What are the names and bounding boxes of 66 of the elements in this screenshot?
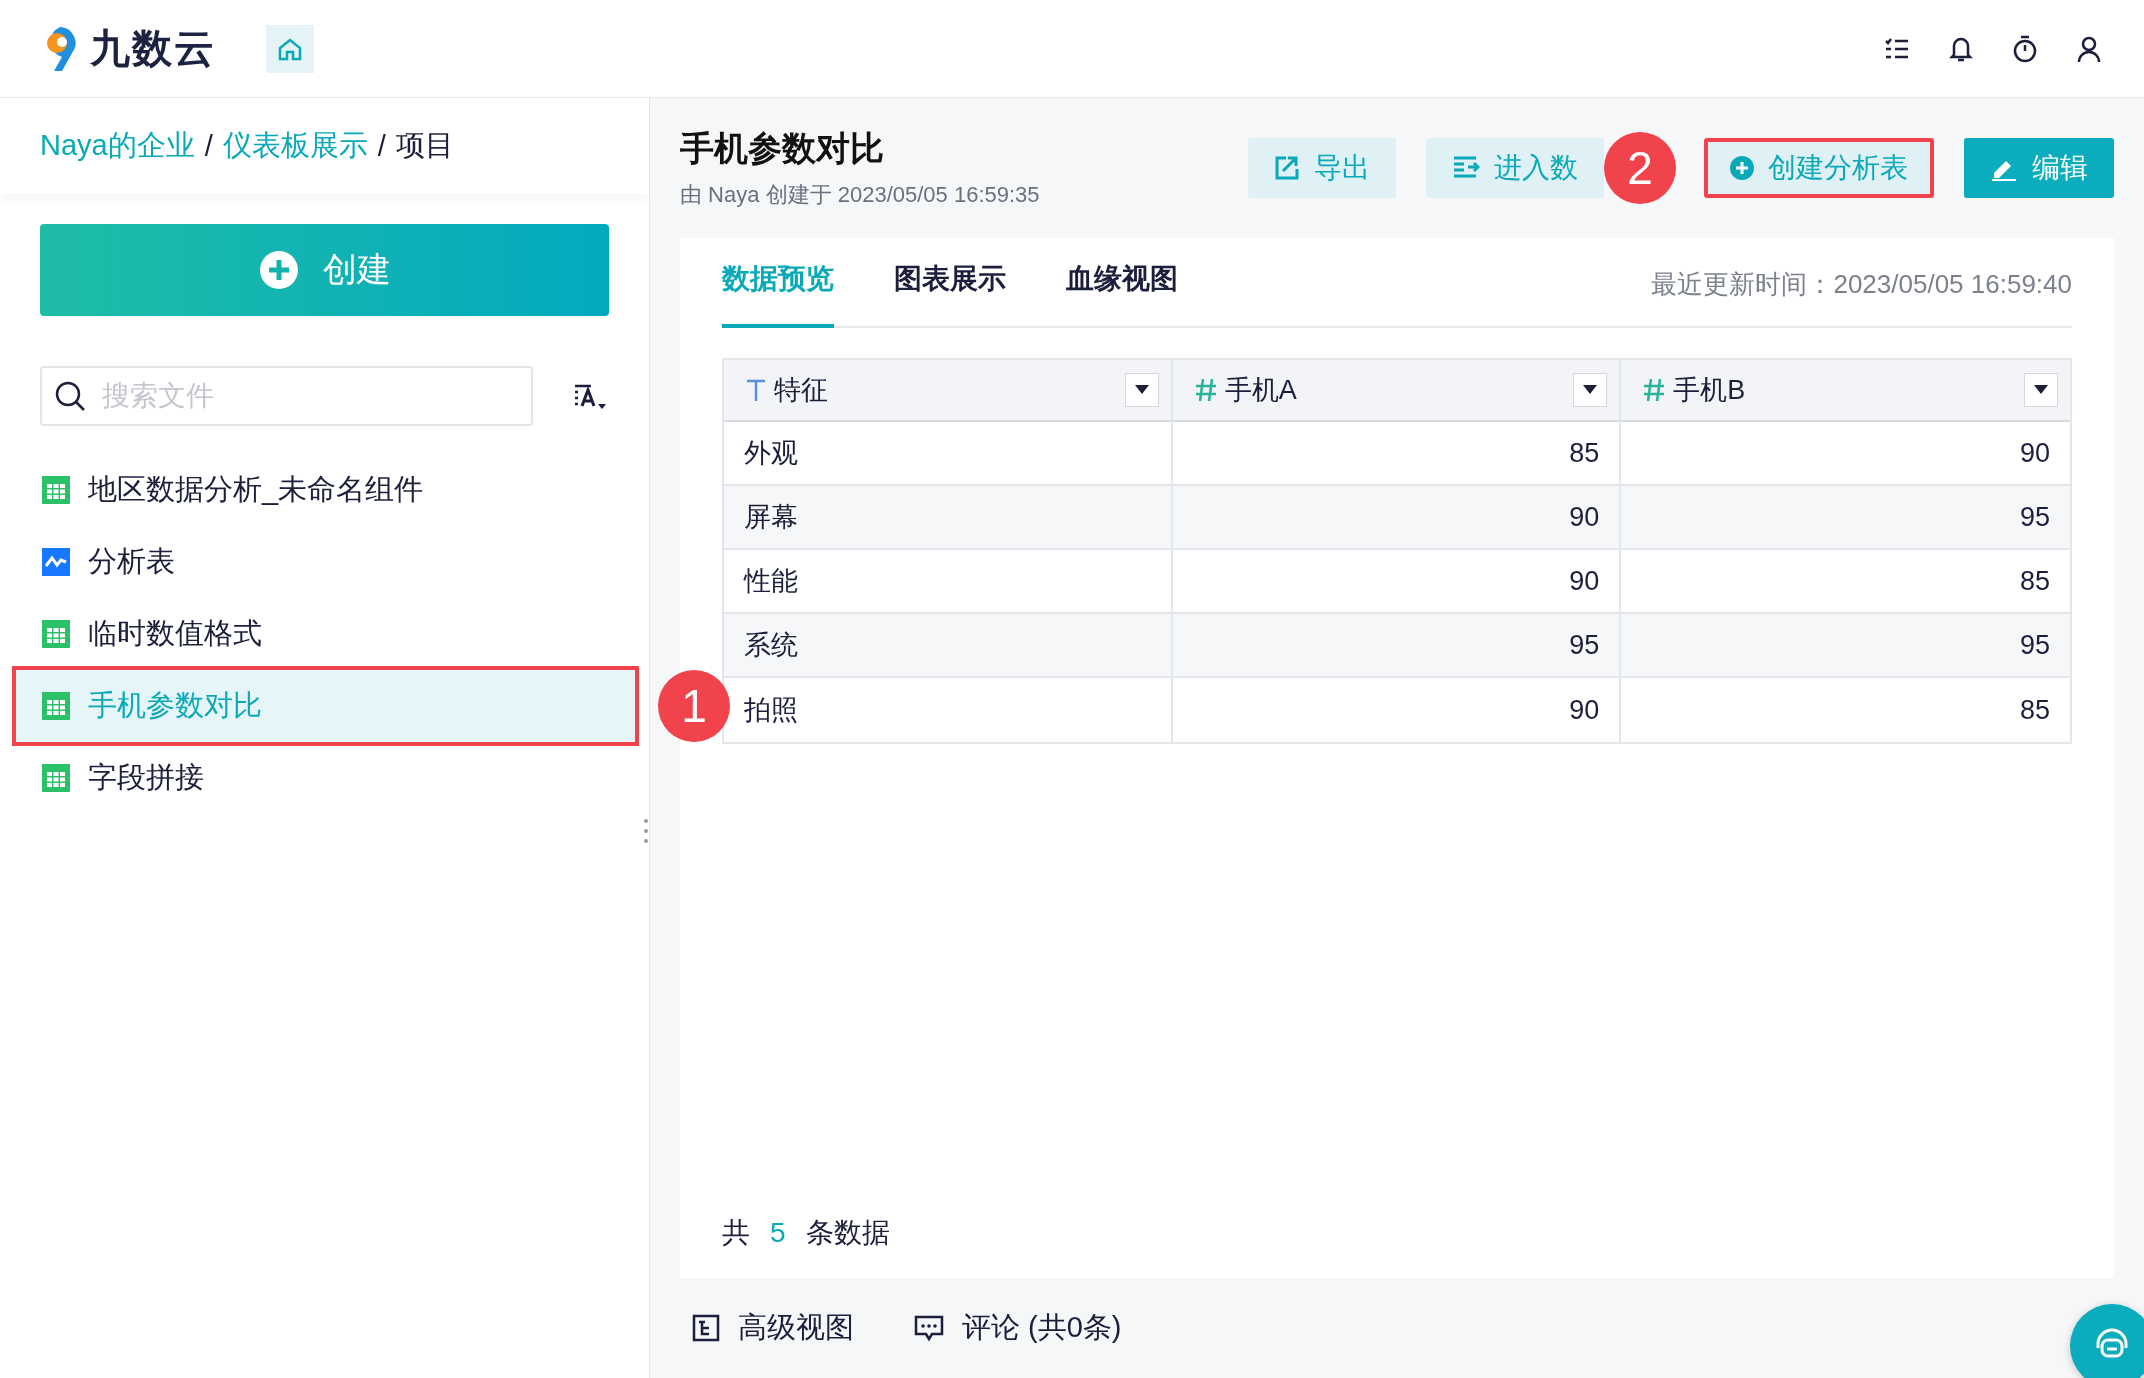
column-title: 手机B (1673, 374, 1747, 407)
caret-down-icon (1583, 385, 1598, 395)
view-tab[interactable]: 高级视图 (692, 1308, 854, 1348)
table-icon (42, 764, 70, 792)
caret-down-icon (2034, 385, 2048, 395)
table-cell: 外观 (724, 422, 1173, 486)
number-type-icon (1643, 378, 1666, 402)
plus-circle-icon (258, 250, 299, 290)
create-button[interactable]: 创建 (40, 224, 609, 316)
table-icon (42, 620, 70, 648)
number-type-icon (1194, 378, 1217, 402)
tab[interactable]: 血缘视图 (1066, 260, 1178, 328)
step-badge: 2 (1604, 132, 1676, 204)
text-type-icon (746, 379, 766, 401)
home-button[interactable] (266, 24, 314, 73)
table-cell: 95 (1172, 614, 1622, 678)
sidebar-item[interactable]: 字段拼接 (0, 742, 649, 814)
tree-view-icon (692, 1314, 720, 1342)
count-prefix: 共 (722, 1216, 750, 1250)
dropdown-button[interactable] (1124, 373, 1159, 407)
updated-time: 最近更新时间：2023/05/05 16:59:40 (1651, 268, 2072, 301)
table-cell: 性能 (724, 550, 1173, 614)
edit-button[interactable]: 编辑 (1964, 138, 2114, 198)
breadcrumb-current: 项目 (395, 128, 454, 163)
export-button[interactable]: 导出 (1248, 138, 1396, 198)
sidebar-item[interactable]: 临时数值格式 (0, 598, 649, 670)
list-arrow-icon (1452, 155, 1480, 181)
drag-handle-icon[interactable] (643, 818, 649, 844)
table-cell: 90 (1172, 550, 1622, 614)
breadcrumb-separator: / (377, 129, 386, 163)
table-icon (42, 476, 70, 504)
created-info: 由 Naya 创建于 2023/05/05 16:59:35 (680, 181, 1040, 209)
plus-circle-icon (1730, 156, 1754, 180)
comment-tab[interactable]: 评论 (共0条) (914, 1308, 1122, 1348)
breadcrumb-link[interactable]: Naya的企业 (40, 126, 195, 166)
home-icon (277, 36, 303, 61)
table-cell: 95 (1621, 614, 2070, 678)
tab[interactable]: 数据预览 (722, 260, 834, 328)
enter-button[interactable]: 进入数 (1426, 138, 1604, 198)
caret-down-icon (1134, 385, 1149, 395)
tab[interactable]: 图表展示 (894, 260, 1006, 328)
table-cell: 95 (1621, 486, 2070, 550)
count-suffix: 条数据 (805, 1216, 890, 1250)
support-chat-button[interactable] (2070, 1304, 2144, 1378)
export-icon (1274, 155, 1300, 181)
table-cell: 85 (1172, 422, 1622, 486)
breadcrumb-link[interactable]: 仪表板展示 (222, 126, 368, 166)
comment-icon (914, 1314, 944, 1342)
column-title: 特征 (774, 374, 829, 407)
table-cell: 90 (1172, 486, 1622, 550)
table-cell: 系统 (724, 614, 1173, 678)
search-box[interactable]: 搜索文件 (40, 366, 533, 426)
page-title: 手机参数对比 (680, 128, 885, 169)
create-button[interactable]: 创建分析表 (1704, 138, 1934, 198)
dropdown-button[interactable] (2024, 373, 2058, 407)
sidebar-item[interactable]: 地区数据分析_未命名组件 (0, 454, 649, 526)
row-count: 5 (770, 1217, 786, 1249)
table-icon (42, 692, 70, 720)
breadcrumb-separator: / (204, 129, 213, 163)
dropdown-button[interactable] (1573, 373, 1608, 407)
logo-text: 九数云 (90, 25, 216, 72)
column-title: 手机A (1224, 374, 1298, 407)
search-icon (54, 380, 86, 412)
line-chart-icon (42, 548, 70, 576)
sidebar-item[interactable]: 分析表 (0, 526, 649, 598)
table-cell: 屏幕 (724, 486, 1173, 550)
